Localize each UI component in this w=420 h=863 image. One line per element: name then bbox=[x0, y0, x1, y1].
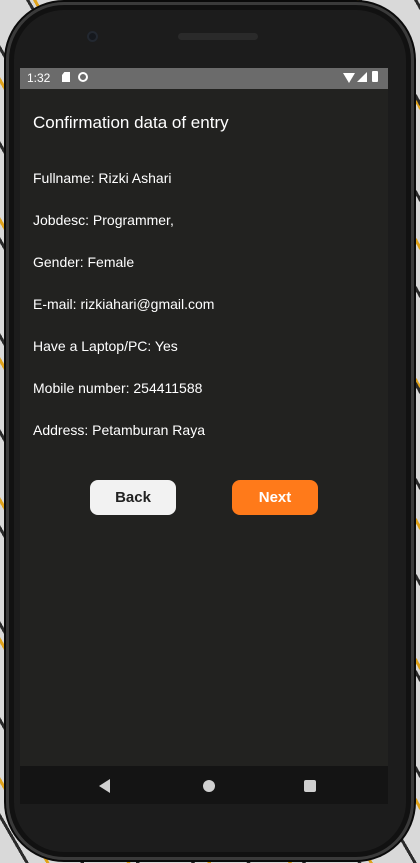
field-laptop: Have a Laptop/PC: Yes bbox=[33, 338, 178, 354]
battery-icon bbox=[372, 71, 378, 82]
nav-home-icon[interactable] bbox=[203, 780, 215, 792]
field-mobile: Mobile number: 254411588 bbox=[33, 380, 203, 396]
next-button[interactable]: Next bbox=[232, 480, 318, 515]
field-email: E-mail: rizkiahari@gmail.com bbox=[33, 296, 215, 312]
app-screen: 1:32 Confirmation data of entry Fullname… bbox=[20, 68, 388, 804]
sync-icon bbox=[78, 72, 88, 82]
status-bar: 1:32 bbox=[20, 68, 388, 89]
navigation-bar bbox=[20, 766, 388, 804]
back-button[interactable]: Back bbox=[90, 480, 176, 515]
field-address: Address: Petamburan Raya bbox=[33, 422, 205, 438]
wifi-icon bbox=[343, 73, 355, 83]
page-title: Confirmation data of entry bbox=[33, 113, 229, 132]
field-gender: Gender: Female bbox=[33, 254, 135, 270]
status-time: 1:32 bbox=[27, 71, 51, 85]
sd-card-icon bbox=[62, 72, 70, 82]
nav-recents-icon[interactable] bbox=[304, 780, 316, 792]
front-camera bbox=[87, 31, 98, 42]
field-jobdesc: Jobdesc: Programmer, bbox=[33, 212, 174, 228]
field-fullname: Fullname: Rizki Ashari bbox=[33, 170, 172, 186]
earpiece-speaker bbox=[178, 33, 258, 40]
cell-signal-icon bbox=[357, 72, 367, 82]
nav-back-icon[interactable] bbox=[99, 779, 110, 793]
